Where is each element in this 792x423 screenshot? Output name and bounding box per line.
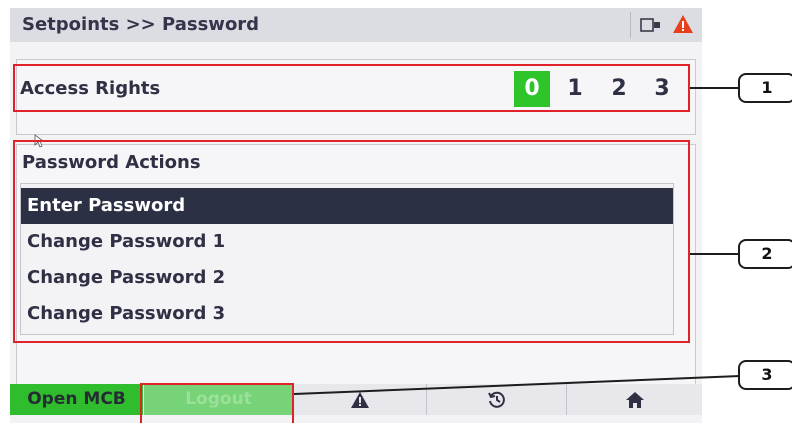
warning-icon[interactable] bbox=[672, 14, 694, 34]
open-mcb-button[interactable]: Open MCB bbox=[10, 384, 143, 415]
title-bar: Setpoints >> Password bbox=[10, 8, 702, 42]
leader-line-2 bbox=[690, 253, 740, 255]
leader-line-3 bbox=[294, 375, 741, 395]
title-separator bbox=[630, 12, 631, 38]
highlight-access-rights bbox=[13, 64, 690, 112]
highlight-logout bbox=[140, 383, 294, 423]
leader-line-1 bbox=[690, 87, 740, 89]
callout-1: 1 bbox=[738, 73, 792, 103]
callout-2: 2 bbox=[738, 239, 792, 269]
callout-3: 3 bbox=[738, 360, 792, 390]
highlight-password-actions bbox=[13, 140, 690, 343]
page-title: Setpoints >> Password bbox=[22, 14, 260, 35]
camera-icon[interactable] bbox=[640, 17, 662, 33]
